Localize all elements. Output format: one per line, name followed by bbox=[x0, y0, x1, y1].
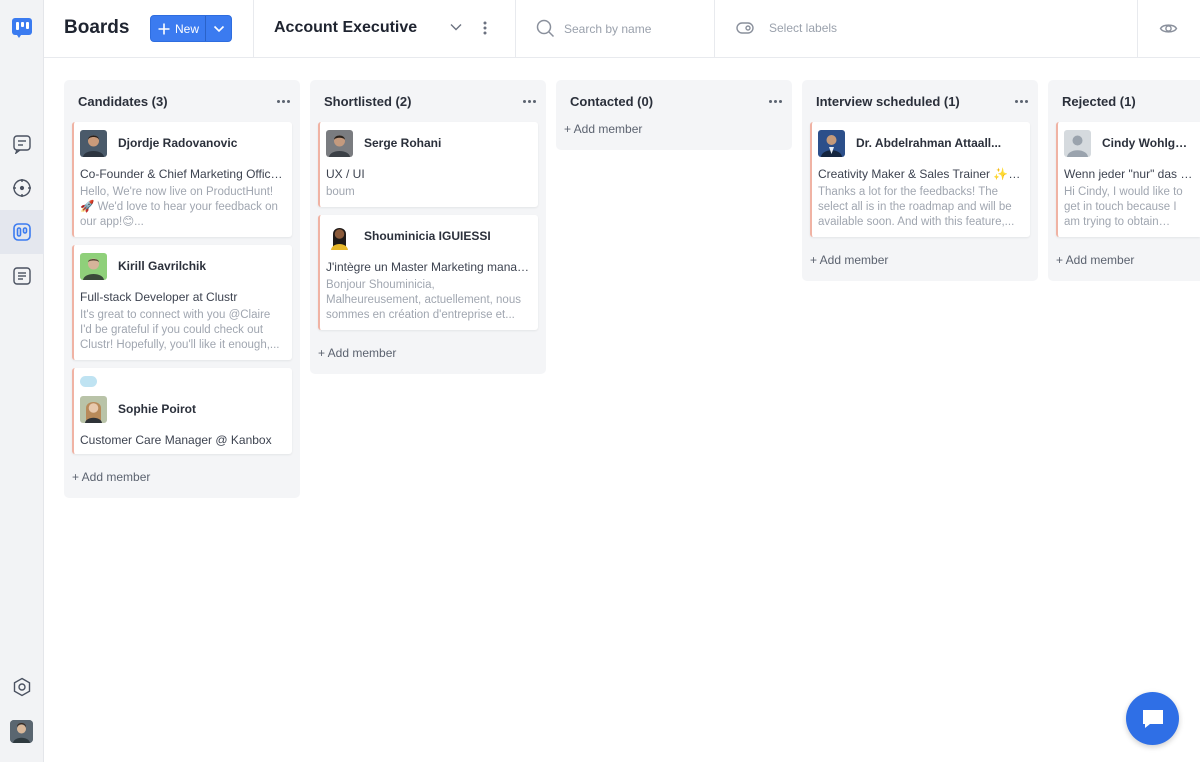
candidate-role: J'intègre un Master Marketing manag... bbox=[326, 260, 531, 274]
add-member-button[interactable]: + Add member bbox=[1048, 245, 1200, 281]
header-divider bbox=[1137, 0, 1138, 58]
notes-icon[interactable] bbox=[9, 263, 35, 289]
new-button-main[interactable]: New bbox=[151, 16, 205, 41]
labels-select[interactable]: Select labels bbox=[769, 21, 837, 35]
top-bar: Boards New Account Executive Select labe… bbox=[44, 0, 1200, 58]
search-icon bbox=[536, 19, 555, 43]
column-options-icon[interactable] bbox=[769, 99, 782, 103]
candidate-avatar bbox=[326, 129, 353, 157]
candidate-card[interactable]: Sophie Poirot Customer Care Manager @ Ka… bbox=[72, 368, 292, 454]
column-candidates: Candidates (3) Djordje Radovanovic Co-Fo… bbox=[64, 80, 300, 498]
candidate-role: UX / UI bbox=[326, 167, 365, 181]
candidate-card[interactable]: Djordje Radovanovic Co-Founder & Chief M… bbox=[72, 122, 292, 237]
candidate-role: Full-stack Developer at Clustr bbox=[80, 290, 238, 304]
compass-icon[interactable] bbox=[9, 175, 35, 201]
candidate-name: Shouminicia IGUIESSI bbox=[364, 229, 491, 243]
header-divider bbox=[714, 0, 715, 58]
add-member-button[interactable]: + Add member bbox=[310, 338, 546, 374]
column-contacted: Contacted (0) + Add member bbox=[556, 80, 792, 150]
candidate-role: Customer Care Manager @ Kanbox bbox=[80, 433, 272, 447]
new-button[interactable]: New bbox=[150, 15, 232, 42]
add-member-button[interactable]: + Add member bbox=[802, 245, 1038, 281]
candidate-message: It's great to connect with you @Claire I… bbox=[80, 309, 280, 351]
candidate-card[interactable]: Cindy Wohlgemuth Wenn jeder "nur" das ma… bbox=[1056, 122, 1200, 237]
new-button-label: New bbox=[175, 21, 200, 36]
column-header: Candidates (3) bbox=[64, 80, 300, 122]
page-title: Boards bbox=[64, 17, 130, 38]
column-title: Interview scheduled (1) bbox=[816, 93, 960, 109]
user-avatar[interactable] bbox=[10, 720, 33, 743]
candidate-message: Bonjour Shouminicia, Malheureusement, ac… bbox=[326, 279, 521, 321]
column-options-icon[interactable] bbox=[277, 99, 290, 103]
boards-icon[interactable] bbox=[9, 219, 35, 245]
candidate-name: Cindy Wohlgemuth bbox=[1102, 136, 1193, 150]
column-header: Shortlisted (2) bbox=[310, 80, 546, 122]
candidate-role: Wenn jeder "nur" das machen würde bbox=[1064, 167, 1193, 181]
column-title: Shortlisted (2) bbox=[324, 93, 412, 109]
column-shortlisted: Shortlisted (2) Serge Rohani UX / UI bou… bbox=[310, 80, 546, 374]
column-header: Rejected (1) bbox=[1048, 80, 1200, 122]
header-divider bbox=[515, 0, 516, 58]
add-member-button[interactable]: + Add member bbox=[556, 122, 792, 150]
candidate-card[interactable]: Kirill Gavrilchik Full-stack Developer a… bbox=[72, 245, 292, 360]
candidate-name: Kirill Gavrilchik bbox=[118, 259, 207, 273]
candidate-name: Djordje Radovanovic bbox=[118, 136, 238, 150]
candidate-avatar bbox=[818, 129, 845, 157]
column-options-icon[interactable] bbox=[1015, 99, 1028, 103]
candidate-name: Serge Rohani bbox=[364, 136, 442, 150]
candidate-avatar bbox=[80, 395, 107, 423]
column-rejected: Rejected (1) Cindy Wohlgemuth Wenn jeder… bbox=[1048, 80, 1200, 281]
candidate-message: Hello, We're now live on ProductHunt! 🚀 … bbox=[80, 186, 278, 228]
candidate-message: Hi Cindy, I would like to get in touch b… bbox=[1064, 186, 1183, 228]
column-options-icon[interactable] bbox=[523, 99, 536, 103]
board-options-icon[interactable] bbox=[480, 19, 490, 42]
column-title: Candidates (3) bbox=[78, 93, 168, 109]
label-icon bbox=[736, 20, 754, 41]
candidate-label-tag[interactable] bbox=[80, 376, 97, 387]
chevron-down-icon bbox=[213, 25, 224, 32]
messages-icon[interactable] bbox=[9, 131, 35, 157]
column-header: Contacted (0) bbox=[556, 80, 792, 122]
candidate-avatar bbox=[80, 252, 107, 280]
candidate-card[interactable]: Dr. Abdelrahman Attaall... Creativity Ma… bbox=[810, 122, 1030, 237]
candidate-card[interactable]: Serge Rohani UX / UI boum bbox=[318, 122, 538, 207]
column-interview-scheduled: Interview scheduled (1) Dr. Abdelrahman … bbox=[802, 80, 1038, 281]
board-chevron-down-icon[interactable] bbox=[449, 20, 463, 39]
candidate-card[interactable]: Shouminicia IGUIESSI J'intègre un Master… bbox=[318, 215, 538, 330]
chat-button[interactable] bbox=[1126, 692, 1179, 745]
candidate-role: Creativity Maker & Sales Trainer ✨ I ... bbox=[818, 167, 1023, 181]
board-selector[interactable]: Account Executive bbox=[274, 19, 417, 37]
candidate-name: Sophie Poirot bbox=[118, 402, 196, 416]
chat-icon bbox=[1142, 709, 1163, 728]
candidate-message: Thanks a lot for the feedbacks! The sele… bbox=[818, 186, 1015, 228]
settings-icon[interactable] bbox=[9, 674, 35, 700]
add-member-button[interactable]: + Add member bbox=[64, 462, 300, 498]
logo-icon[interactable] bbox=[9, 15, 35, 41]
new-dropdown-toggle[interactable] bbox=[205, 16, 231, 41]
candidate-message: boum bbox=[326, 186, 355, 198]
candidate-name: Dr. Abdelrahman Attaall... bbox=[856, 136, 1002, 150]
column-title: Contacted (0) bbox=[570, 93, 654, 109]
visibility-icon[interactable] bbox=[1159, 19, 1178, 43]
candidate-avatar bbox=[80, 129, 107, 157]
candidate-avatar bbox=[326, 222, 353, 250]
plus-icon bbox=[158, 23, 170, 34]
header-divider bbox=[253, 0, 254, 58]
left-rail bbox=[0, 0, 44, 762]
column-header: Interview scheduled (1) bbox=[802, 80, 1038, 122]
candidate-avatar bbox=[1064, 129, 1091, 157]
search-input[interactable] bbox=[564, 19, 714, 39]
column-title: Rejected (1) bbox=[1062, 93, 1136, 109]
candidate-role: Co-Founder & Chief Marketing Officer... bbox=[80, 167, 285, 181]
